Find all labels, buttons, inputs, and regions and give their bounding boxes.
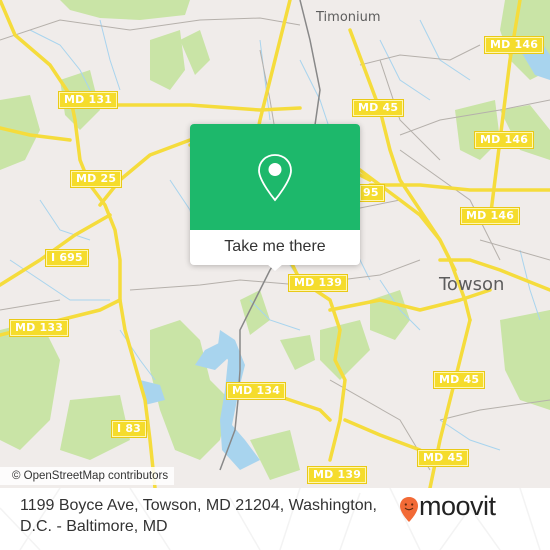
route-shield-md134: MD 134 bbox=[225, 382, 287, 400]
route-shield-md146: MD 146 bbox=[483, 36, 545, 54]
popup-header bbox=[190, 124, 360, 230]
route-shield-md25: MD 25 bbox=[69, 170, 123, 188]
route-shield-md133: MD 133 bbox=[8, 319, 70, 337]
destination-address: 1199 Boyce Ave, Towson, MD 21204, Washin… bbox=[20, 497, 377, 535]
route-shield-md146: MD 146 bbox=[459, 207, 521, 225]
destination-popup: Take me there bbox=[190, 124, 360, 271]
place-label-towson: Towson bbox=[439, 274, 505, 295]
moovit-logo-icon bbox=[400, 497, 418, 522]
route-shield-md146: MD 146 bbox=[473, 131, 535, 149]
map-view[interactable]: Timonium Towson MD 146 MD 131 MD 45 MD 1… bbox=[0, 0, 550, 488]
route-shield-md45: MD 45 bbox=[416, 449, 470, 467]
take-me-there-button[interactable]: Take me there bbox=[190, 230, 360, 265]
location-pin-icon bbox=[258, 154, 292, 202]
osm-attribution[interactable]: © OpenStreetMap contributors bbox=[0, 467, 175, 485]
route-shield-i83: I 83 bbox=[110, 420, 148, 438]
place-label-timonium: Timonium bbox=[316, 10, 381, 25]
popup-pointer bbox=[267, 264, 283, 271]
route-shield-md139: MD 139 bbox=[287, 274, 349, 292]
route-shield-i695-partial: 95 bbox=[359, 184, 385, 202]
route-shield-md45: MD 45 bbox=[351, 99, 405, 117]
route-shield-i695: I 695 bbox=[45, 249, 89, 267]
route-shield-md131: MD 131 bbox=[57, 91, 119, 109]
route-shield-md45: MD 45 bbox=[432, 371, 486, 389]
route-shield-md139: MD 139 bbox=[306, 466, 368, 484]
moovit-brand-name: moovit bbox=[419, 491, 496, 521]
footer: 1199 Boyce Ave, Towson, MD 21204, Washin… bbox=[0, 488, 550, 550]
